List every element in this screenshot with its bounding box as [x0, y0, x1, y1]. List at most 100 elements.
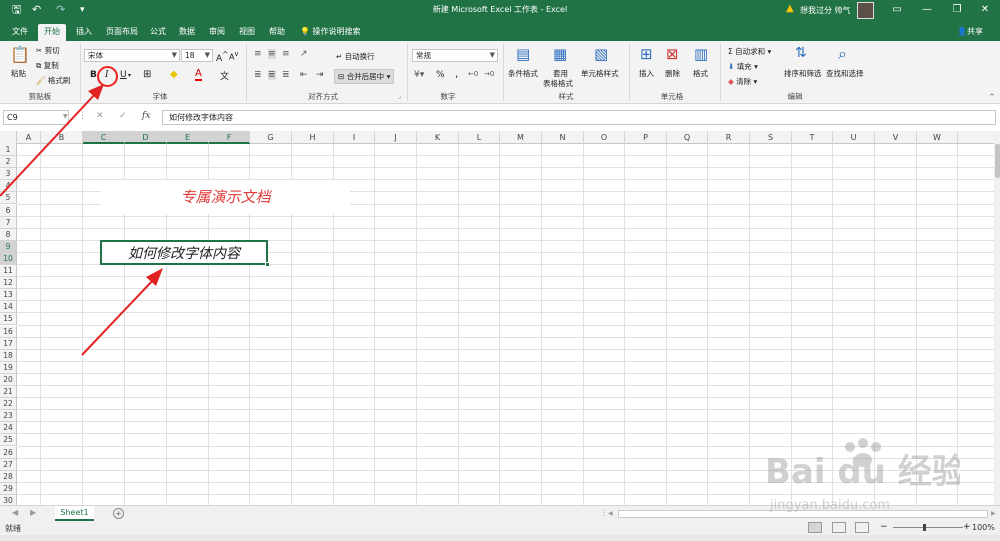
cut-button[interactable]: ✂ 剪切	[36, 45, 60, 56]
font-color-icon[interactable]: A	[195, 68, 202, 81]
zoom-in-icon[interactable]: +	[963, 522, 971, 532]
row-header-13[interactable]: 13	[0, 289, 17, 302]
minimize-icon[interactable]: —	[912, 0, 942, 21]
merge-center-button[interactable]: ⊟ 合并后居中 ▾	[334, 69, 395, 84]
comma-button[interactable]: ,	[455, 69, 458, 80]
column-header-k[interactable]: K	[417, 131, 459, 144]
underline-dropdown-icon[interactable]: ▾	[128, 72, 131, 79]
insert-cells-button[interactable]: 插入	[639, 68, 654, 79]
row-header-26[interactable]: 26	[0, 446, 17, 459]
cancel-icon[interactable]: ✕	[96, 111, 104, 121]
avatar[interactable]	[857, 2, 874, 19]
percent-button[interactable]: %	[436, 70, 445, 80]
column-header-h[interactable]: H	[292, 131, 334, 144]
fill-button[interactable]: ⬇ 填充 ▾	[728, 61, 758, 72]
column-header-n[interactable]: N	[542, 131, 584, 144]
phonetic-icon[interactable]: 文	[220, 69, 229, 82]
column-header-w[interactable]: W	[917, 131, 958, 144]
name-box[interactable]: C9	[3, 110, 69, 125]
tab-view[interactable]: 视图	[233, 24, 261, 41]
column-header-m[interactable]: M	[500, 131, 542, 144]
row-header-9[interactable]: 9	[0, 240, 17, 253]
zoom-out-icon[interactable]: −	[880, 522, 888, 532]
format-cells-icon[interactable]: ▥	[694, 45, 708, 63]
tab-insert[interactable]: 插入	[70, 24, 98, 41]
row-header-14[interactable]: 14	[0, 301, 17, 314]
underline-button[interactable]: U	[120, 70, 127, 80]
enter-icon[interactable]: ✓	[119, 111, 127, 121]
insert-function-icon[interactable]: fx	[142, 111, 150, 121]
cell-styles-button[interactable]: 单元格样式	[581, 68, 619, 79]
column-header-e[interactable]: E	[167, 131, 209, 144]
scroll-right-icon[interactable]: ▶	[991, 510, 996, 517]
find-select-button[interactable]: 查找和选择	[826, 68, 864, 79]
sort-filter-button[interactable]: 排序和筛选	[784, 68, 822, 79]
column-header-b[interactable]: B	[41, 131, 83, 144]
row-header-3[interactable]: 3	[0, 168, 17, 181]
align-middle-icon[interactable]: ≡	[268, 49, 276, 59]
increase-decimal-icon[interactable]: ←0	[468, 70, 478, 78]
save-icon[interactable]: 🖫	[12, 3, 21, 17]
prev-sheet-icon[interactable]: ◀	[12, 508, 18, 517]
borders-icon[interactable]: ⊞	[143, 69, 151, 80]
tab-data[interactable]: 数据	[173, 24, 201, 41]
column-header-g[interactable]: G	[250, 131, 292, 144]
column-header-q[interactable]: Q	[667, 131, 708, 144]
row-header-27[interactable]: 27	[0, 458, 17, 471]
decrease-decimal-icon[interactable]: →0	[484, 70, 494, 78]
font-size-select[interactable]: 18 ▼	[181, 49, 213, 62]
copy-button[interactable]: ⧉ 复制	[36, 60, 59, 71]
paste-button[interactable]: 粘贴	[11, 68, 26, 79]
conditional-format-icon[interactable]: ▤	[516, 45, 530, 63]
format-as-table-button-line2[interactable]: 表格格式	[543, 78, 573, 89]
tell-me-search[interactable]: 💡 操作说明搜索	[300, 26, 361, 37]
column-header-t[interactable]: T	[792, 131, 833, 144]
ribbon-display-options-icon[interactable]: ▭	[882, 0, 912, 21]
align-right-icon[interactable]: ≣	[282, 70, 290, 80]
column-header-r[interactable]: R	[708, 131, 750, 144]
column-header-j[interactable]: J	[375, 131, 417, 144]
column-header-u[interactable]: U	[833, 131, 875, 144]
search-icon[interactable]: ⌕	[838, 44, 847, 64]
zoom-level[interactable]: 100%	[972, 523, 995, 532]
indent-icon[interactable]: ⇤	[300, 70, 308, 80]
delete-cells-icon[interactable]: ⊠	[666, 45, 679, 63]
format-as-table-icon[interactable]: ▦	[553, 45, 567, 63]
row-header-20[interactable]: 20	[0, 373, 17, 386]
restore-icon[interactable]: ❐	[942, 0, 972, 21]
row-header-30[interactable]: 30	[0, 494, 17, 505]
vertical-scrollbar[interactable]	[994, 131, 1000, 505]
outdent-icon[interactable]: ⇥	[316, 70, 324, 80]
row-header-5[interactable]: 5	[0, 192, 17, 205]
tab-split-icon[interactable]: ⋮	[600, 508, 608, 517]
insert-cells-icon[interactable]: ⊞	[640, 45, 653, 63]
delete-cells-button[interactable]: 删除	[665, 68, 680, 79]
font-name-select[interactable]: 宋体 ▼	[84, 49, 180, 62]
share-button[interactable]: 👤共享	[957, 26, 983, 37]
row-header-10[interactable]: 10	[0, 252, 17, 265]
column-header-v[interactable]: V	[875, 131, 917, 144]
row-header-6[interactable]: 6	[0, 204, 17, 217]
bold-button[interactable]: B	[90, 70, 97, 80]
column-header-o[interactable]: O	[584, 131, 625, 144]
user-name[interactable]: 想我过分 帅气	[800, 5, 851, 16]
vertical-scroll-thumb[interactable]	[995, 144, 1000, 178]
tab-review[interactable]: 审阅	[203, 24, 231, 41]
collapse-ribbon-icon[interactable]: ^	[989, 93, 995, 101]
column-header-a[interactable]: A	[17, 131, 41, 144]
tab-page-layout[interactable]: 页面布局	[100, 24, 144, 41]
row-header-25[interactable]: 25	[0, 434, 17, 447]
select-all-corner[interactable]	[0, 131, 17, 144]
column-header-s[interactable]: S	[750, 131, 792, 144]
sheet-tab[interactable]: Sheet1	[55, 506, 94, 521]
tab-file[interactable]: 文件	[6, 24, 34, 41]
redo-icon[interactable]: ↷	[56, 3, 65, 17]
increase-font-button[interactable]: A^	[216, 50, 228, 64]
row-header-11[interactable]: 11	[0, 265, 17, 278]
page-break-view-icon[interactable]	[855, 522, 869, 533]
row-header-15[interactable]: 15	[0, 313, 17, 326]
row-header-19[interactable]: 19	[0, 361, 17, 374]
fill-handle[interactable]	[265, 262, 270, 267]
tab-home[interactable]: 开始	[38, 24, 66, 41]
row-header-1[interactable]: 1	[0, 144, 17, 157]
